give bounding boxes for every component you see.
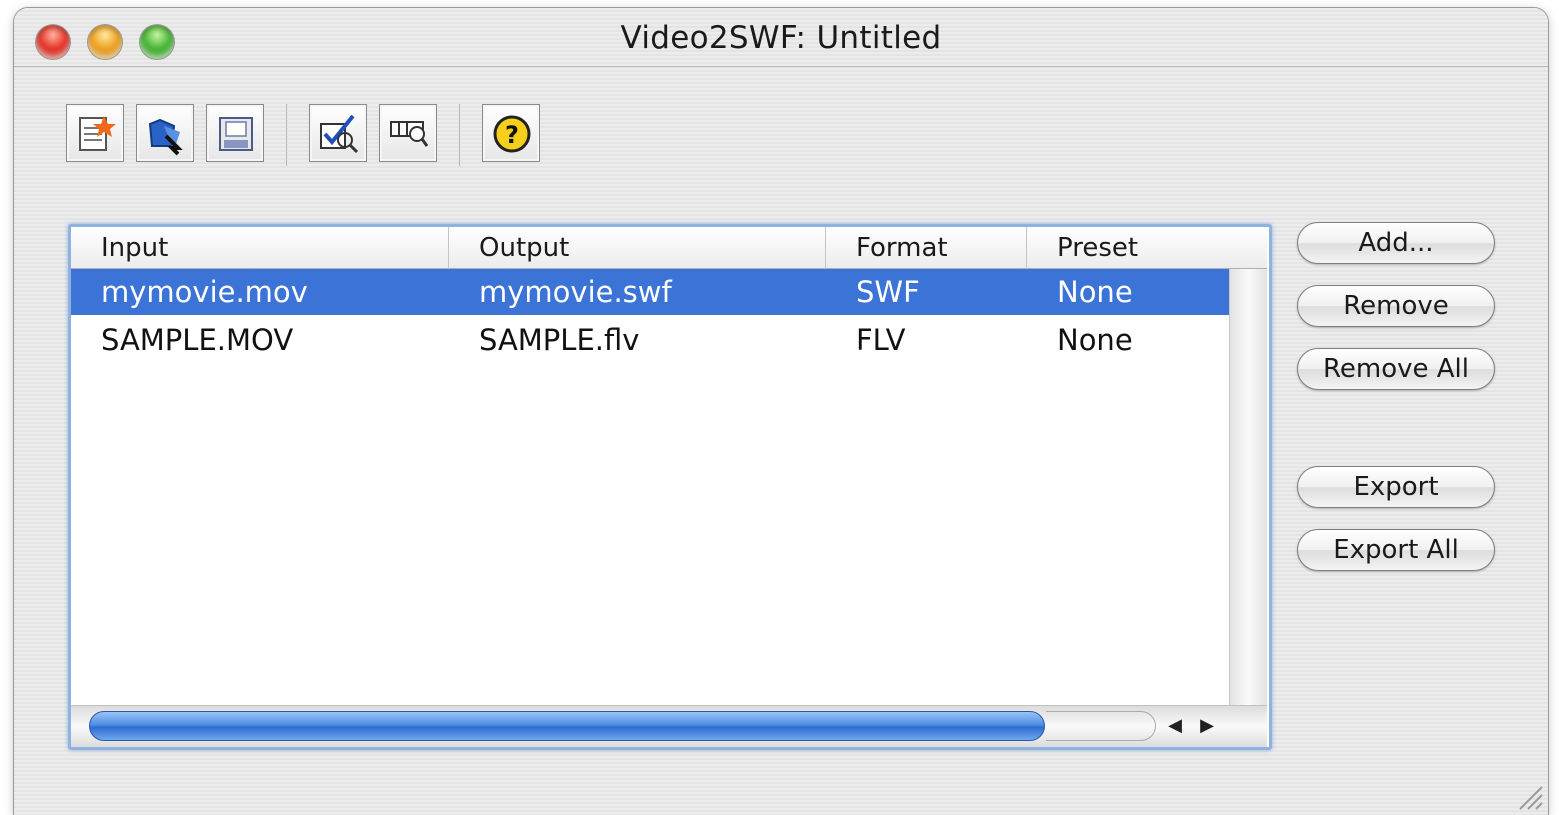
export-all-button[interactable]: Export All [1297,529,1495,571]
title-bar[interactable]: Video2SWF: Untitled [14,8,1548,67]
column-header-output[interactable]: Output [449,227,826,269]
resize-grip-icon[interactable] [1514,781,1544,811]
horizontal-scrollbar[interactable]: ◀ ▶ [71,705,1267,747]
open-button[interactable] [136,104,194,162]
column-header-format[interactable]: Format [826,227,1027,269]
open-folder-icon [148,118,183,156]
cell-input: mymovie.mov [101,275,308,309]
new-document-icon [79,116,116,151]
window-title: Video2SWF: Untitled [620,20,942,56]
table-header: Input Output Format Preset [71,227,1267,269]
cell-output: mymovie.swf [479,275,672,309]
check-settings-button[interactable] [309,104,367,162]
save-disk-icon [219,117,253,151]
cell-format: SWF [856,275,920,309]
scroll-track[interactable] [1046,711,1156,741]
cell-input: SAMPLE.MOV [101,323,294,357]
preview-magnifier-icon [390,121,429,147]
toolbar-separator [286,104,288,166]
scroll-right-arrow-icon[interactable]: ▶ [1193,712,1221,740]
help-question-icon: ? [493,115,531,153]
horizontal-scroll-thumb[interactable] [89,711,1045,741]
vertical-scrollbar[interactable] [1229,269,1267,705]
checkmark-magnifier-icon [320,114,359,154]
help-button[interactable]: ? [482,104,540,162]
save-button[interactable] [206,104,264,162]
new-document-button[interactable] [66,104,124,162]
remove-button[interactable]: Remove [1297,285,1495,327]
svg-text:?: ? [505,121,519,149]
app-window: Video2SWF: Untitled ? Input Output Forma… [14,8,1548,815]
scroll-left-arrow-icon[interactable]: ◀ [1161,712,1189,740]
preview-button[interactable] [379,104,437,162]
file-list-table[interactable]: Input Output Format Preset mymovie.mov m… [68,224,1272,750]
column-header-preset[interactable]: Preset [1027,227,1267,269]
column-header-input[interactable]: Input [71,227,449,269]
table-row[interactable]: mymovie.mov mymovie.swf SWF None [71,269,1229,315]
toolbar-separator [459,104,461,166]
remove-all-button[interactable]: Remove All [1297,348,1495,390]
add-button[interactable]: Add... [1297,222,1495,264]
table-row[interactable]: SAMPLE.MOV SAMPLE.flv FLV None [71,317,1229,363]
cell-output: SAMPLE.flv [479,323,640,357]
cell-preset: None [1057,275,1133,309]
cell-preset: None [1057,323,1133,357]
cell-format: FLV [856,323,906,357]
export-button[interactable]: Export [1297,466,1495,508]
